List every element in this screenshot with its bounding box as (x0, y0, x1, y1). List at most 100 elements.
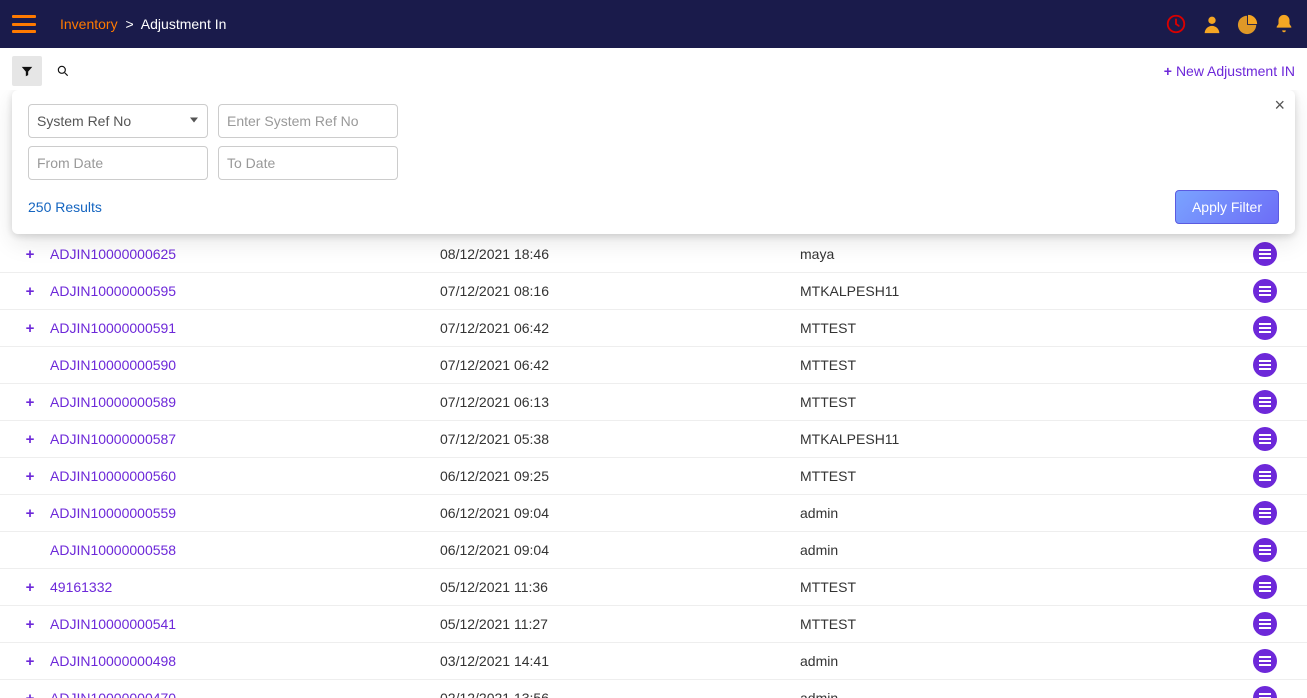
expand-icon[interactable]: + (10, 653, 50, 670)
row-action (1235, 390, 1295, 414)
new-adjustment-label: New Adjustment IN (1176, 63, 1295, 79)
expand-icon[interactable]: + (10, 468, 50, 485)
filter-icon[interactable] (12, 56, 42, 86)
user-icon[interactable] (1201, 13, 1223, 35)
topbar-right (1165, 13, 1295, 35)
expand-icon[interactable]: + (10, 579, 50, 596)
ref-link[interactable]: ADJIN10000000558 (50, 542, 440, 558)
row-user: admin (800, 653, 1235, 669)
ref-link[interactable]: ADJIN10000000559 (50, 505, 440, 521)
row-menu-icon[interactable] (1253, 575, 1277, 599)
ref-link[interactable]: ADJIN10000000560 (50, 468, 440, 484)
ref-link[interactable]: ADJIN10000000590 (50, 357, 440, 373)
row-date: 07/12/2021 06:42 (440, 357, 800, 373)
row-user: MTTEST (800, 468, 1235, 484)
table-row: +ADJIN1000000062508/12/2021 18:46maya (0, 236, 1307, 273)
table-row: +4916133205/12/2021 11:36MTTEST (0, 569, 1307, 606)
row-date: 05/12/2021 11:36 (440, 579, 800, 595)
table-row: +ADJIN1000000049803/12/2021 14:41admin (0, 643, 1307, 680)
bell-icon[interactable] (1273, 13, 1295, 35)
row-menu-icon[interactable] (1253, 390, 1277, 414)
row-date: 06/12/2021 09:04 (440, 542, 800, 558)
ref-link[interactable]: ADJIN10000000470 (50, 690, 440, 698)
toolbar: + New Adjustment IN (0, 48, 1307, 90)
row-user: admin (800, 542, 1235, 558)
row-date: 06/12/2021 09:04 (440, 505, 800, 521)
row-user: MTTEST (800, 357, 1235, 373)
row-date: 07/12/2021 06:42 (440, 320, 800, 336)
plus-icon: + (1164, 63, 1172, 79)
ref-link[interactable]: ADJIN10000000541 (50, 616, 440, 632)
row-user: MTKALPESH11 (800, 283, 1235, 299)
row-action (1235, 242, 1295, 266)
table-row: +ADJIN1000000054105/12/2021 11:27MTTEST (0, 606, 1307, 643)
hamburger-menu-icon[interactable] (12, 15, 36, 33)
from-date-input[interactable] (28, 146, 208, 180)
row-menu-icon[interactable] (1253, 612, 1277, 636)
row-action (1235, 464, 1295, 488)
table-row: +ADJIN1000000058907/12/2021 06:13MTTEST (0, 384, 1307, 421)
to-date-input[interactable] (218, 146, 398, 180)
row-date: 05/12/2021 11:27 (440, 616, 800, 632)
row-date: 02/12/2021 13:56 (440, 690, 800, 698)
new-adjustment-button[interactable]: + New Adjustment IN (1164, 63, 1295, 79)
ref-link[interactable]: ADJIN10000000625 (50, 246, 440, 262)
expand-icon[interactable]: + (10, 616, 50, 633)
system-ref-input[interactable] (218, 104, 398, 138)
table-row: +ADJIN1000000059107/12/2021 06:42MTTEST (0, 310, 1307, 347)
row-menu-icon[interactable] (1253, 501, 1277, 525)
row-action (1235, 538, 1295, 562)
row-action (1235, 279, 1295, 303)
breadcrumb-root[interactable]: Inventory (60, 16, 118, 32)
breadcrumb-sep: > (125, 16, 133, 32)
row-user: MTTEST (800, 320, 1235, 336)
table-row: +ADJIN1000000055906/12/2021 09:04admin (0, 495, 1307, 532)
topbar: Inventory > Adjustment In (0, 0, 1307, 48)
expand-icon[interactable]: + (10, 246, 50, 263)
table-row: +ADJIN1000000056006/12/2021 09:25MTTEST (0, 458, 1307, 495)
pie-chart-icon[interactable] (1237, 13, 1259, 35)
row-menu-icon[interactable] (1253, 464, 1277, 488)
expand-icon[interactable]: + (10, 394, 50, 411)
row-menu-icon[interactable] (1253, 427, 1277, 451)
row-user: MTTEST (800, 616, 1235, 632)
ref-link[interactable]: ADJIN10000000498 (50, 653, 440, 669)
row-menu-icon[interactable] (1253, 316, 1277, 340)
table-row: +ADJIN1000000047002/12/2021 13:56admin (0, 680, 1307, 698)
row-date: 07/12/2021 06:13 (440, 394, 800, 410)
ref-link[interactable]: ADJIN10000000589 (50, 394, 440, 410)
expand-icon[interactable]: + (10, 690, 50, 698)
row-action (1235, 316, 1295, 340)
row-action (1235, 353, 1295, 377)
row-action (1235, 575, 1295, 599)
row-menu-icon[interactable] (1253, 649, 1277, 673)
row-menu-icon[interactable] (1253, 279, 1277, 303)
row-user: admin (800, 505, 1235, 521)
search-icon[interactable] (48, 56, 78, 86)
row-menu-icon[interactable] (1253, 242, 1277, 266)
table-row: ADJIN1000000055806/12/2021 09:04admin (0, 532, 1307, 569)
row-user: MTKALPESH11 (800, 431, 1235, 447)
expand-icon[interactable]: + (10, 283, 50, 300)
main-scroll[interactable]: × System Ref No 250 Results Apply Filter… (0, 90, 1307, 698)
row-action (1235, 612, 1295, 636)
table-row: +ADJIN1000000058707/12/2021 05:38MTKALPE… (0, 421, 1307, 458)
breadcrumb-current: Adjustment In (141, 16, 227, 32)
row-menu-icon[interactable] (1253, 686, 1277, 698)
apply-filter-button[interactable]: Apply Filter (1175, 190, 1279, 224)
row-menu-icon[interactable] (1253, 538, 1277, 562)
row-user: MTTEST (800, 394, 1235, 410)
expand-icon[interactable]: + (10, 505, 50, 522)
ref-link[interactable]: 49161332 (50, 579, 440, 595)
ref-link[interactable]: ADJIN10000000595 (50, 283, 440, 299)
expand-icon[interactable]: + (10, 431, 50, 448)
close-icon[interactable]: × (1274, 96, 1285, 114)
clock-icon[interactable] (1165, 13, 1187, 35)
row-menu-icon[interactable] (1253, 353, 1277, 377)
filter-field-select[interactable]: System Ref No (28, 104, 208, 138)
row-action (1235, 501, 1295, 525)
expand-icon[interactable]: + (10, 320, 50, 337)
ref-link[interactable]: ADJIN10000000587 (50, 431, 440, 447)
ref-link[interactable]: ADJIN10000000591 (50, 320, 440, 336)
row-user: admin (800, 690, 1235, 698)
